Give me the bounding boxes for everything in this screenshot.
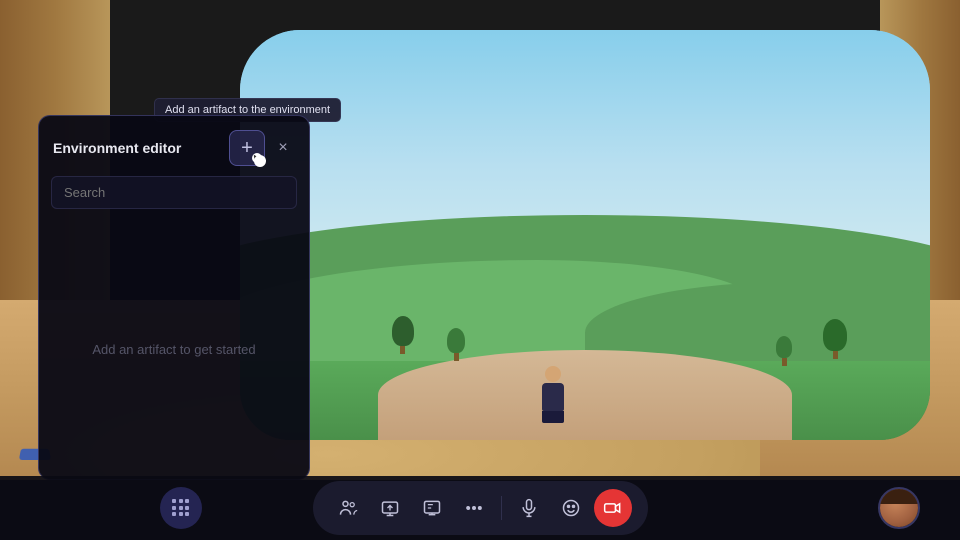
search-input[interactable] — [51, 176, 297, 209]
tree-4 — [776, 336, 792, 366]
panel-header: Environment editor + × — [39, 116, 309, 176]
mic-button[interactable] — [510, 489, 548, 527]
environment-editor-panel: Environment editor + × Add an artifact t… — [38, 115, 310, 480]
toolbar-divider-1 — [501, 496, 502, 520]
tree-1 — [392, 316, 414, 354]
mic-icon — [519, 498, 539, 518]
emoji-icon — [561, 498, 581, 518]
whiteboard-button[interactable] — [413, 489, 451, 527]
avatar-legs — [542, 411, 564, 423]
window-opening — [240, 30, 930, 440]
whiteboard-icon — [422, 498, 442, 518]
close-icon: × — [278, 139, 287, 157]
more-button[interactable] — [455, 489, 493, 527]
avatar-face — [880, 489, 918, 527]
toolbar-right — [878, 487, 920, 529]
camera-icon — [603, 498, 623, 518]
tree-2 — [447, 328, 465, 361]
more-icon — [464, 498, 484, 518]
window-hills — [240, 215, 930, 441]
toolbar-center — [313, 481, 648, 535]
panel-search — [39, 176, 309, 219]
avatar-body — [542, 383, 564, 411]
add-artifact-button[interactable]: + — [229, 130, 265, 166]
panel-title: Environment editor — [53, 140, 181, 156]
apps-grid-icon — [172, 499, 190, 517]
screen-share-icon — [380, 498, 400, 518]
bottom-toolbar — [0, 476, 960, 540]
avatar-hair — [880, 489, 918, 504]
cursor-icon — [253, 154, 261, 162]
plus-icon: + — [241, 138, 253, 158]
people-icon — [338, 498, 358, 518]
apps-button[interactable] — [160, 487, 202, 529]
scene-avatar — [538, 366, 568, 421]
panel-header-actions: + × — [229, 130, 295, 166]
tree-3 — [823, 319, 847, 359]
cursor-dot — [252, 153, 262, 163]
avatar-head — [545, 366, 561, 382]
user-avatar-button[interactable] — [878, 487, 920, 529]
screen-share-button[interactable] — [371, 489, 409, 527]
people-button[interactable] — [329, 489, 367, 527]
panel-content: Add an artifact to get started — [39, 219, 309, 479]
emoji-button[interactable] — [552, 489, 590, 527]
camera-button[interactable] — [594, 489, 632, 527]
toolbar-left — [160, 487, 202, 529]
ground-path — [378, 350, 792, 440]
empty-state-text: Add an artifact to get started — [92, 342, 255, 357]
close-panel-button[interactable]: × — [271, 136, 295, 160]
